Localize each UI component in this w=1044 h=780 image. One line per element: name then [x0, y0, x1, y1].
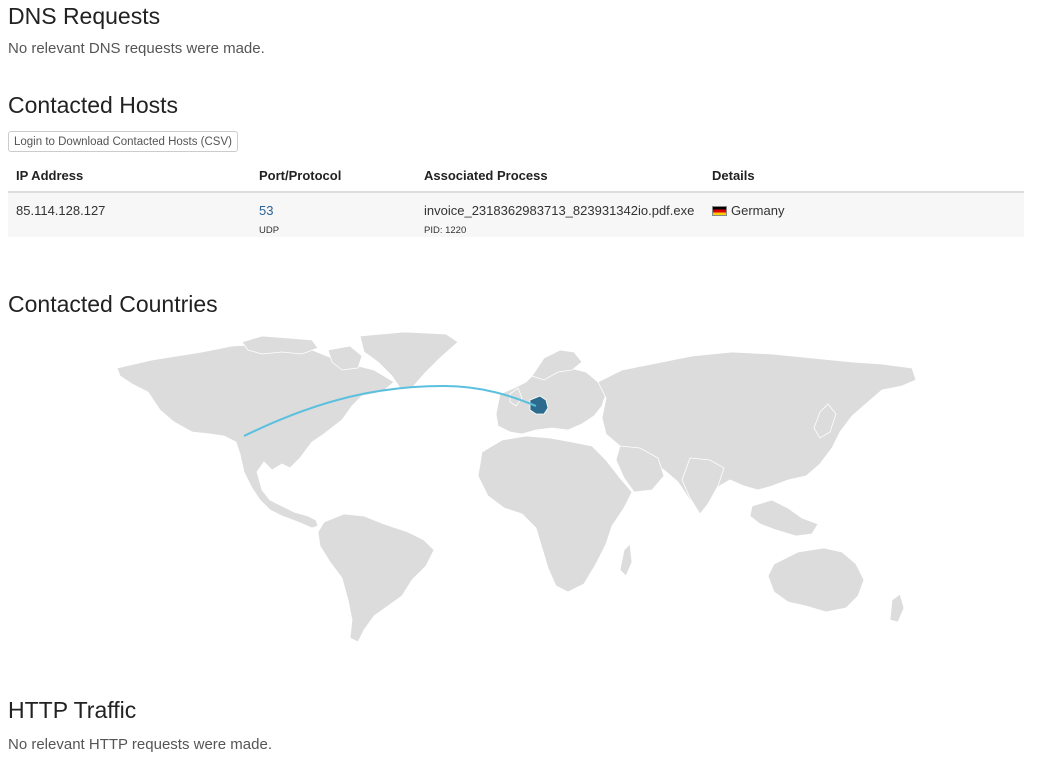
process-name: invoice_2318362983713_823931342io.pdf.ex… — [424, 203, 695, 218]
map-madagascar — [619, 543, 633, 577]
download-hosts-csv-button[interactable]: Login to Download Contacted Hosts (CSV) — [8, 131, 238, 152]
column-header-port[interactable]: Port/Protocol — [251, 160, 416, 193]
process-pid: PID: 1220 — [424, 225, 467, 236]
map-se-asia — [749, 499, 819, 537]
column-header-ip[interactable]: IP Address — [8, 160, 251, 193]
http-traffic-heading: HTTP Traffic — [8, 697, 137, 723]
germany-flag-icon — [712, 206, 727, 216]
table-row: 85.114.128.127 53 UDP invoice_2318362983… — [8, 192, 1024, 237]
process-cell: invoice_2318362983713_823931342io.pdf.ex… — [416, 192, 704, 237]
country-name: Germany — [731, 203, 785, 218]
world-map-svg — [116, 331, 917, 643]
report-page: DNS Requests No relevant DNS requests we… — [0, 0, 1044, 780]
world-map[interactable] — [112, 330, 920, 650]
map-africa — [477, 435, 633, 593]
column-header-details[interactable]: Details — [704, 160, 1024, 193]
contacted-countries-heading: Contacted Countries — [8, 291, 218, 317]
map-new-zealand — [889, 593, 905, 623]
port-protocol-cell: 53 UDP — [251, 192, 416, 237]
ip-address: 85.114.128.127 — [16, 203, 106, 218]
port-link[interactable]: 53 — [259, 203, 273, 218]
dns-requests-heading: DNS Requests — [8, 3, 161, 29]
contacted-hosts-heading: Contacted Hosts — [8, 92, 179, 118]
details-cell: Germany — [704, 192, 1024, 237]
protocol-label: UDP — [259, 225, 280, 236]
contacted-hosts-table: IP Address Port/Protocol Associated Proc… — [8, 160, 1024, 237]
map-australia — [767, 547, 865, 613]
map-india — [681, 457, 725, 515]
map-north-america — [116, 343, 395, 529]
map-south-america — [317, 513, 435, 643]
http-traffic-note: No relevant HTTP requests were made. — [8, 736, 273, 753]
dns-requests-note: No relevant DNS requests were made. — [8, 40, 265, 57]
column-header-process[interactable]: Associated Process — [416, 160, 704, 193]
ip-address-cell: 85.114.128.127 — [8, 192, 251, 237]
table-header-row: IP Address Port/Protocol Associated Proc… — [8, 160, 1024, 193]
map-arctic-islands — [241, 335, 319, 355]
